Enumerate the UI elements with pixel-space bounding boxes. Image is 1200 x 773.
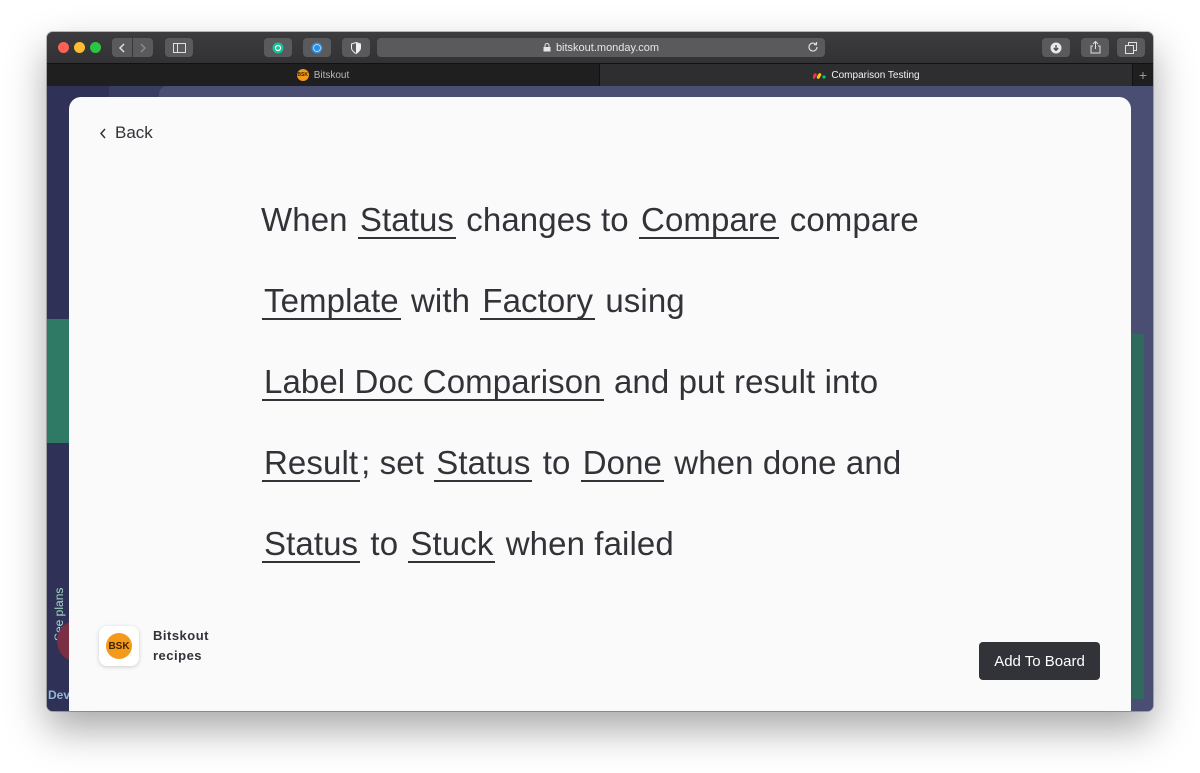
new-tab-button[interactable]: +: [1132, 64, 1153, 86]
recipe-field-slot[interactable]: Factory: [480, 284, 596, 320]
shield-icon: [351, 41, 361, 54]
add-to-board-button[interactable]: Add To Board: [979, 642, 1100, 680]
grammarly-icon: [272, 42, 284, 53]
sentence-text: ; set: [361, 444, 434, 481]
bitskout-logo-circle: BSK: [106, 633, 132, 659]
sidebar-icon: [172, 42, 186, 53]
chevron-right-icon: [140, 42, 147, 53]
recipe-field-slot[interactable]: Label Doc Comparison: [262, 365, 604, 401]
share-button[interactable]: [1081, 38, 1109, 57]
sentence-text: When: [261, 201, 357, 238]
back-button[interactable]: Back: [99, 123, 153, 143]
downloads-button[interactable]: [1042, 38, 1070, 57]
sentence-text: to: [361, 525, 408, 562]
lock-icon: [543, 43, 551, 52]
minimize-window-button[interactable]: [74, 42, 85, 53]
sentence-text: when done and: [665, 444, 902, 481]
share-icon: [1090, 41, 1100, 54]
recipe-field-slot[interactable]: Status: [434, 446, 533, 482]
url-text: bitskout.monday.com: [555, 41, 660, 54]
brand-name-line2: recipes: [153, 648, 203, 663]
sentence-text: compare: [780, 201, 919, 238]
sentence-text: to: [533, 444, 580, 481]
recipe-field-slot[interactable]: Done: [580, 446, 664, 482]
sentence-line: Template with Factory using: [261, 260, 961, 341]
extension-grammarly-button[interactable]: [264, 38, 292, 57]
forward-nav-button[interactable]: [133, 38, 153, 57]
sentence-text: changes to: [457, 201, 639, 238]
tabs-icon: [1125, 41, 1137, 54]
tab-label: Bitskout: [313, 69, 350, 81]
sentence-text: using: [596, 282, 685, 319]
brand-block: BSK Bitskout recipes: [99, 626, 223, 666]
board-status-column: [1132, 334, 1144, 699]
extension-globe-button[interactable]: [303, 38, 331, 57]
download-icon: [1050, 42, 1062, 53]
globe-icon: [311, 42, 323, 53]
tab-comparison-testing[interactable]: Comparison Testing: [600, 64, 1133, 86]
sentence-line: Label Doc Comparison and put result into: [261, 341, 961, 422]
recipe-field-slot[interactable]: Result: [262, 446, 361, 482]
sentence-text: and put result into: [604, 363, 879, 400]
back-label: Back: [115, 123, 153, 142]
sentence-line: When Status changes to Compare compare: [261, 179, 961, 260]
back-nav-button[interactable]: [112, 38, 132, 57]
zoom-window-button[interactable]: [90, 42, 101, 53]
chevron-left-icon: [99, 128, 106, 138]
recipe-sentence: When Status changes to Compare compare Te…: [261, 179, 961, 584]
sentence-line: Status to Stuck when failed: [261, 503, 961, 584]
sentence-line: Result; set Status to Done when done and: [261, 422, 961, 503]
monday-logo-icon: [813, 73, 826, 79]
recipe-field-slot[interactable]: Stuck: [408, 527, 496, 563]
dev-label: Dev: [48, 688, 71, 702]
browser-toolbar: bitskout.monday.com: [47, 32, 1153, 63]
bitskout-favicon: BSK: [296, 69, 309, 81]
tab-bar: BSK Bitskout Comparison Testing +: [47, 63, 1153, 87]
recipe-field-slot[interactable]: Status: [357, 203, 457, 239]
recipe-field-slot[interactable]: Template: [262, 284, 401, 320]
sidebar-toggle-button[interactable]: [165, 38, 193, 57]
extension-shield-button[interactable]: [342, 38, 370, 57]
chevron-left-icon: [118, 42, 125, 53]
sentence-text: when failed: [496, 525, 674, 562]
recipe-field-slot[interactable]: Status: [262, 527, 361, 563]
brand-name-line1: Bitskout: [153, 628, 209, 643]
tab-bitskout[interactable]: BSK Bitskout: [47, 64, 599, 86]
close-window-button[interactable]: [58, 42, 69, 53]
reload-icon[interactable]: [807, 41, 819, 53]
tab-overview-button[interactable]: [1117, 38, 1145, 57]
recipe-field-slot[interactable]: Compare: [639, 203, 780, 239]
page-background: See plans Dev Back When Status changes t…: [47, 86, 1153, 711]
tab-label: Comparison Testing: [831, 69, 920, 81]
url-bar[interactable]: bitskout.monday.com: [377, 38, 825, 57]
sentence-text: with: [401, 282, 480, 319]
brand-name: Bitskout recipes: [153, 626, 223, 666]
bitskout-logo: BSK: [99, 626, 139, 666]
browser-window: bitskout.monday.com BSK Bitskout Compari…: [47, 32, 1153, 711]
recipe-modal: Back When Status changes to Compare comp…: [69, 97, 1131, 711]
